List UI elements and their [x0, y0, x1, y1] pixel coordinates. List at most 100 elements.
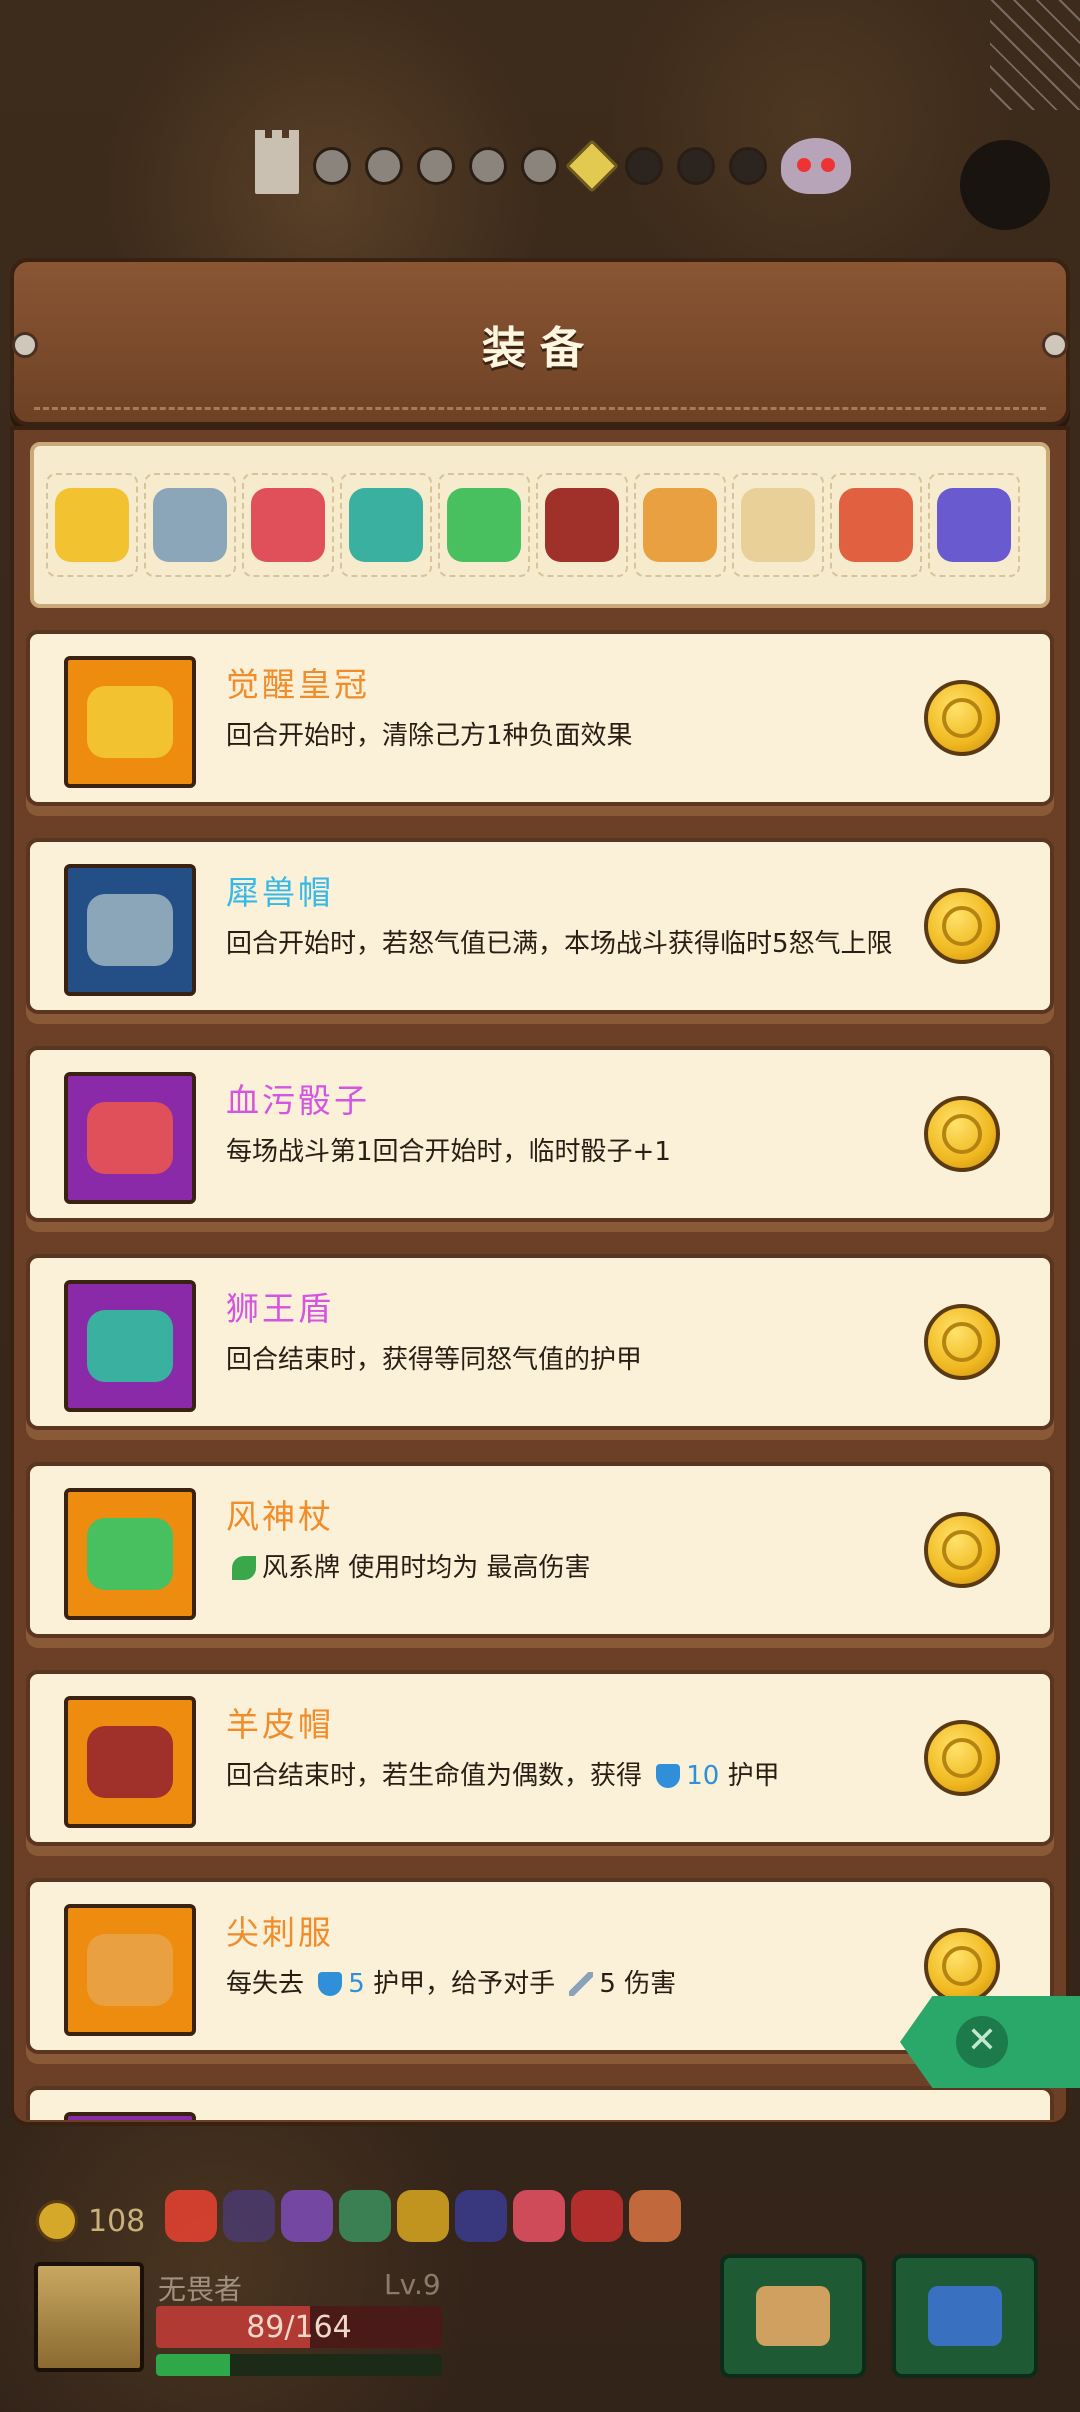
- equipment-slot[interactable]: [340, 473, 432, 577]
- description-text: 回合结束时，若生命值为偶数，获得: [226, 1761, 651, 1791]
- equipment-slot[interactable]: [732, 473, 824, 577]
- description-text: 每场战斗第1回合开始时，临时骰子+1: [226, 1137, 671, 1167]
- ham-icon: [839, 488, 913, 562]
- spider-web-icon: [990, 0, 1080, 110]
- relic-bar: [165, 2190, 681, 2242]
- equipment-card[interactable]: 尖刺服每失去 5 护甲，给予对手 5 伤害: [26, 1878, 1054, 2054]
- coin-icon: [36, 2200, 78, 2242]
- coin-icon[interactable]: [924, 1720, 1000, 1796]
- equipment-slot[interactable]: [830, 473, 922, 577]
- progress-node: [365, 147, 403, 185]
- coin-icon[interactable]: [924, 1304, 1000, 1380]
- relic-icon[interactable]: [281, 2190, 333, 2242]
- avatar[interactable]: [34, 2262, 144, 2372]
- equipment-art-icon: [87, 686, 173, 758]
- equipment-slot[interactable]: [46, 473, 138, 577]
- description-text: 5: [348, 1969, 365, 1999]
- tower-icon: [255, 130, 299, 194]
- equipment-art-icon: [87, 1310, 173, 1382]
- scroll-icon: [741, 488, 815, 562]
- equipment-icon-frame: [64, 1696, 196, 1828]
- sword-icon: [569, 1972, 594, 1996]
- equipment-art-icon: [87, 1934, 173, 2006]
- equipment-card[interactable]: 觉醒皇冠回合开始时，清除己方1种负面效果: [26, 630, 1054, 806]
- boss-skull-icon: [781, 138, 851, 194]
- equipment-name: 风神杖: [226, 1497, 334, 1536]
- equipment-icon-frame: [64, 2112, 196, 2120]
- equipment-icon-frame: [64, 1904, 196, 2036]
- equipment-list[interactable]: 觉醒皇冠回合开始时，清除己方1种负面效果 犀兽帽回合开始时，若怒气值已满，本场战斗…: [14, 630, 1066, 2120]
- equipment-slot[interactable]: [242, 473, 334, 577]
- close-button[interactable]: ✕: [900, 1996, 1080, 2088]
- coin-icon[interactable]: [924, 888, 1000, 964]
- coin-icon[interactable]: [924, 680, 1000, 756]
- description-text: 护甲: [719, 1761, 780, 1791]
- coin-icon[interactable]: [924, 1928, 1000, 2004]
- progress-node: [729, 147, 767, 185]
- equipment-card[interactable]: 羊皮帽 回合结束时，若生命值为偶数，获得 10 护甲: [26, 1670, 1054, 1846]
- equipment-card[interactable]: 风神杖风系牌 使用时均为 最高伤害: [26, 1462, 1054, 1638]
- hp-text: 89/164: [246, 2310, 352, 2345]
- description-text: 回合开始时，若怒气值已满，本场战斗获得临时5怒气上限: [226, 929, 893, 959]
- equipment-name: 血污骰子: [226, 1081, 370, 1120]
- panel-header: 装备: [10, 258, 1070, 426]
- progress-node: [313, 147, 351, 185]
- equipment-description: 回合开始时，若怒气值已满，本场战斗获得临时5怒气上限: [226, 926, 926, 962]
- relic-icon[interactable]: [339, 2190, 391, 2242]
- equipment-art-icon: [87, 894, 173, 966]
- equipment-art-icon: [87, 1102, 173, 1174]
- hp-bar: 89/164: [156, 2306, 442, 2348]
- player-name: 无畏者: [158, 2273, 243, 2306]
- equipment-name: 犀兽帽: [226, 873, 334, 912]
- description-text: 每失去: [226, 1969, 313, 1999]
- equipment-slot[interactable]: [536, 473, 628, 577]
- equipment-card[interactable]: 血污骰子每场战斗第1回合开始时，临时骰子+1: [26, 1046, 1054, 1222]
- equipment-slot[interactable]: [144, 473, 236, 577]
- sheepskin-hat-icon: [545, 488, 619, 562]
- progress-node: [677, 147, 715, 185]
- map-progress: [255, 130, 851, 194]
- relic-icon[interactable]: [165, 2190, 217, 2242]
- equipment-description: 风系牌 使用时均为 最高伤害: [226, 1550, 926, 1586]
- cards-button[interactable]: [892, 2254, 1038, 2378]
- equipment-slot[interactable]: [438, 473, 530, 577]
- current-node-icon: [565, 139, 619, 193]
- shield-icon: [318, 1972, 343, 1996]
- wind-staff-icon: [447, 488, 521, 562]
- equipment-icon-frame: [64, 1280, 196, 1412]
- panel-title: 装备: [482, 323, 598, 374]
- lion-shield-icon: [349, 488, 423, 562]
- relic-icon[interactable]: [397, 2190, 449, 2242]
- equipment-icon-frame: [64, 1488, 196, 1620]
- equipment-slot[interactable]: [928, 473, 1020, 577]
- equipment-name: 觉醒皇冠: [226, 665, 370, 704]
- relic-icon[interactable]: [629, 2190, 681, 2242]
- xp-bar: [156, 2354, 442, 2376]
- equipment-card[interactable]: 犀兽帽回合开始时，若怒气值已满，本场战斗获得临时5怒气上限: [26, 838, 1054, 1014]
- crown-icon: [55, 488, 129, 562]
- equipment-name: 狮王盾: [226, 1289, 334, 1328]
- equipment-art-icon: [87, 1518, 173, 1590]
- spike-armor-icon: [643, 488, 717, 562]
- coin-icon[interactable]: [924, 1096, 1000, 1172]
- equipment-card[interactable]: [26, 2086, 1054, 2120]
- progress-node: [469, 147, 507, 185]
- bloody-dice-icon: [251, 488, 325, 562]
- relic-icon[interactable]: [223, 2190, 275, 2242]
- relic-icon[interactable]: [455, 2190, 507, 2242]
- description-text: 风系牌 使用时均为 最高伤害: [262, 1553, 591, 1583]
- equipment-card[interactable]: 狮王盾回合结束时，获得等同怒气值的护甲: [26, 1254, 1054, 1430]
- relic-icon[interactable]: [571, 2190, 623, 2242]
- equipment-name: 尖刺服: [226, 1913, 334, 1952]
- progress-node: [625, 147, 663, 185]
- cards-icon: [928, 2286, 1002, 2346]
- equipment-slot[interactable]: [634, 473, 726, 577]
- viking-helmet-button[interactable]: [720, 2254, 866, 2378]
- coin-counter: 108: [36, 2200, 145, 2242]
- coin-icon[interactable]: [924, 1512, 1000, 1588]
- description-text: 回合结束时，获得等同怒气值的护甲: [226, 1345, 643, 1375]
- equipment-description: 回合开始时，清除己方1种负面效果: [226, 718, 926, 754]
- relic-icon[interactable]: [513, 2190, 565, 2242]
- viking-helmet-icon: [756, 2286, 830, 2346]
- equipment-description: 每失去 5 护甲，给予对手 5 伤害: [226, 1966, 926, 2002]
